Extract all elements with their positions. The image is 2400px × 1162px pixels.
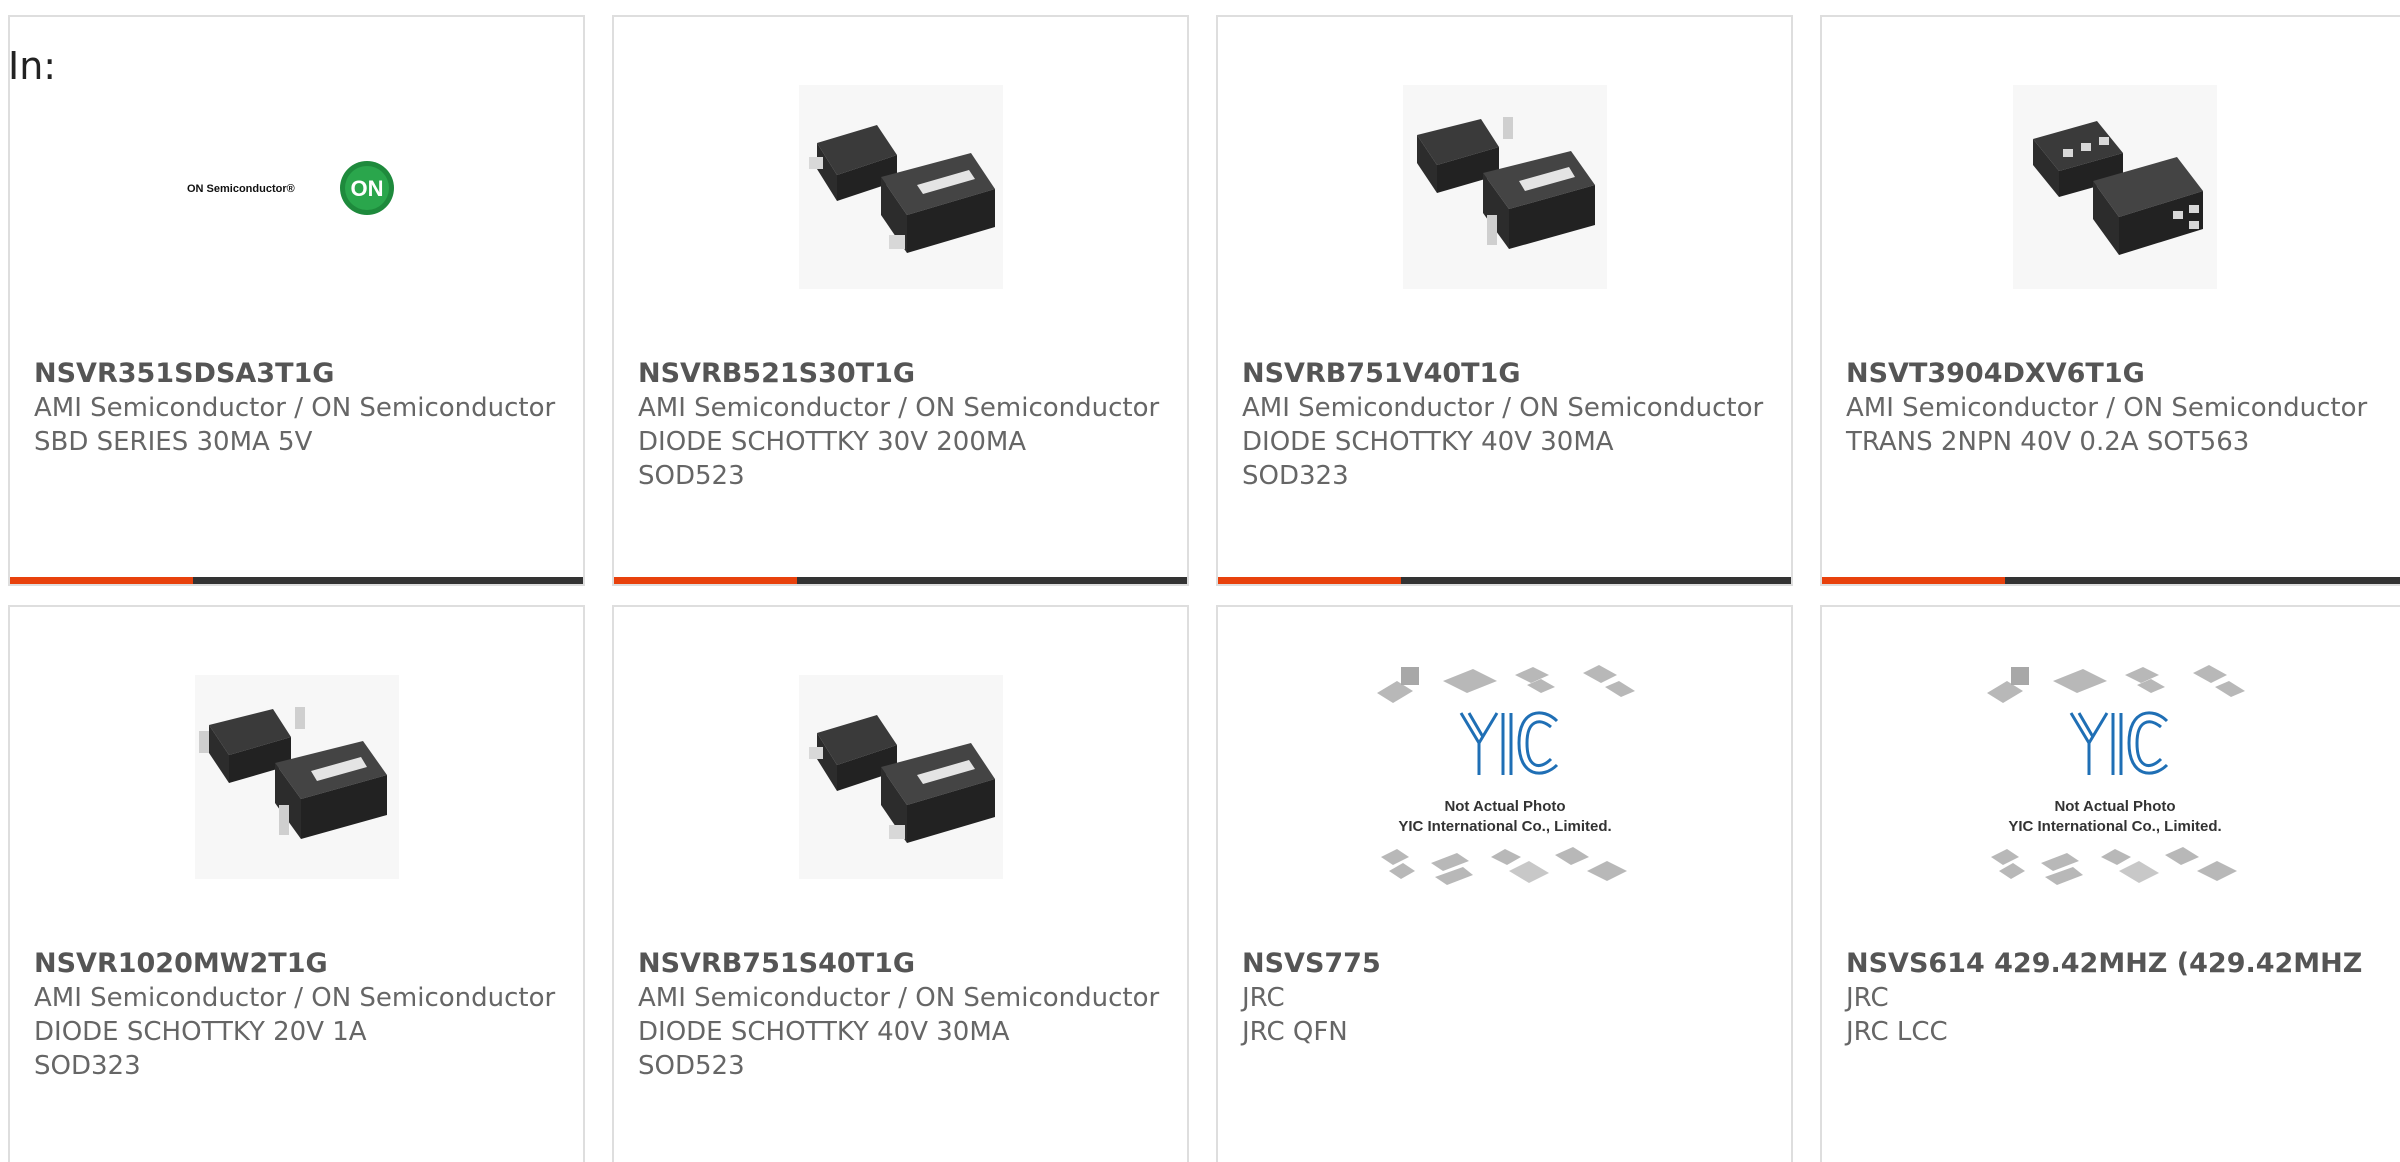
card-accent-bar xyxy=(614,577,1187,584)
product-image[interactable] xyxy=(10,675,583,879)
manufacturer: AMI Semiconductor / ON Semiconductor xyxy=(638,393,1160,423)
in-heading: In: xyxy=(8,44,57,88)
part-number[interactable]: NSVS775 xyxy=(1242,947,1767,981)
card-accent-bar xyxy=(1822,577,2400,584)
manufacturer: JRC xyxy=(1846,983,1889,1013)
svg-text:Not Actual Photo: Not Actual Photo xyxy=(2054,798,2175,815)
manufacturer: AMI Semiconductor / ON Semiconductor xyxy=(1242,393,1764,423)
product-card[interactable]: NSVRB751V40T1G AMI Semiconductor / ON Se… xyxy=(1216,15,1793,586)
on-semiconductor-logo-icon: ON Semiconductor® ON xyxy=(187,161,394,215)
part-number[interactable]: NSVR1020MW2T1G xyxy=(34,947,559,981)
product-image[interactable] xyxy=(1822,85,2400,289)
svg-text:ON: ON xyxy=(350,176,383,201)
product-card[interactable]: Not Actual Photo YIC International Co., … xyxy=(1216,605,1793,1162)
product-image[interactable] xyxy=(614,85,1187,289)
svg-text:YIC International Co., Limited: YIC International Co., Limited. xyxy=(2008,818,2221,835)
description: DIODE SCHOTTKY 40V 30MA SOD523 xyxy=(638,1017,1010,1081)
sod523-diode-icon xyxy=(798,85,1003,289)
yic-placeholder-icon: Not Actual Photo YIC International Co., … xyxy=(1376,665,1635,885)
product-image[interactable]: Not Actual Photo YIC International Co., … xyxy=(1822,665,2400,885)
description: JRC LCC xyxy=(1846,1017,1948,1047)
product-image[interactable] xyxy=(614,675,1187,879)
product-card[interactable]: NSVT3904DXV6T1G AMI Semiconductor / ON S… xyxy=(1820,15,2400,586)
manufacturer: AMI Semiconductor / ON Semiconductor xyxy=(34,983,556,1013)
description: JRC QFN xyxy=(1242,1017,1348,1047)
part-number[interactable]: NSVRB751V40T1G xyxy=(1242,357,1767,391)
description: TRANS 2NPN 40V 0.2A SOT563 xyxy=(1846,427,2250,457)
manufacturer: JRC xyxy=(1242,983,1285,1013)
sod323-diode-icon xyxy=(1402,85,1607,289)
product-info: NSVRB521S30T1G AMI Semiconductor / ON Se… xyxy=(638,357,1163,493)
product-card[interactable]: NSVRB751S40T1G AMI Semiconductor / ON Se… xyxy=(612,605,1189,1162)
description: SBD SERIES 30MA 5V xyxy=(34,427,313,457)
svg-text:YIC International Co., Limited: YIC International Co., Limited. xyxy=(1398,818,1611,835)
manufacturer: AMI Semiconductor / ON Semiconductor xyxy=(638,983,1160,1013)
product-card[interactable]: Not Actual Photo YIC International Co., … xyxy=(1820,605,2400,1162)
yic-placeholder-icon: Not Actual Photo YIC International Co., … xyxy=(1987,665,2245,885)
product-card[interactable]: NSVR1020MW2T1G AMI Semiconductor / ON Se… xyxy=(8,605,585,1162)
svg-text:Not Actual Photo: Not Actual Photo xyxy=(1444,798,1565,815)
product-info: NSVS775 JRC JRC QFN xyxy=(1242,947,1767,1049)
svg-text:ON Semiconductor®: ON Semiconductor® xyxy=(187,183,295,195)
product-info: NSVR1020MW2T1G AMI Semiconductor / ON Se… xyxy=(34,947,559,1083)
product-info: NSVR351SDSA3T1G AMI Semiconductor / ON S… xyxy=(34,357,559,459)
sod523-diode-icon xyxy=(798,675,1003,879)
product-info: NSVRB751S40T1G AMI Semiconductor / ON Se… xyxy=(638,947,1163,1083)
product-info: NSVT3904DXV6T1G AMI Semiconductor / ON S… xyxy=(1846,357,2384,459)
part-number[interactable]: NSVRB521S30T1G xyxy=(638,357,1163,391)
part-number[interactable]: NSVR351SDSA3T1G xyxy=(34,357,559,391)
product-card[interactable]: NSVRB521S30T1G AMI Semiconductor / ON Se… xyxy=(612,15,1189,586)
product-card[interactable]: ON Semiconductor® ON NSVR351SDSA3T1G AMI… xyxy=(8,15,585,586)
manufacturer: AMI Semiconductor / ON Semiconductor xyxy=(1846,393,2368,423)
description: DIODE SCHOTTKY 30V 200MA SOD523 xyxy=(638,427,1027,491)
card-accent-bar xyxy=(1218,577,1791,584)
part-number[interactable]: NSVS614 429.42MHZ (429.42MHZ xyxy=(1846,947,2384,981)
product-info: NSVRB751V40T1G AMI Semiconductor / ON Se… xyxy=(1242,357,1767,493)
product-image[interactable]: ON Semiconductor® ON xyxy=(10,85,583,289)
manufacturer: AMI Semiconductor / ON Semiconductor xyxy=(34,393,556,423)
product-info: NSVS614 429.42MHZ (429.42MHZ JRC JRC LCC xyxy=(1846,947,2384,1049)
page: In: ON Semiconductor® ON NSVR351SDSA3T1G… xyxy=(0,0,2400,1162)
product-image[interactable] xyxy=(1218,85,1791,289)
part-number[interactable]: NSVRB751S40T1G xyxy=(638,947,1163,981)
sod323-diode-icon xyxy=(194,675,399,879)
sot563-transistor-icon xyxy=(2013,85,2217,289)
product-image[interactable]: Not Actual Photo YIC International Co., … xyxy=(1218,665,1791,885)
product-grid: ON Semiconductor® ON NSVR351SDSA3T1G AMI… xyxy=(8,15,2400,1162)
part-number[interactable]: NSVT3904DXV6T1G xyxy=(1846,357,2384,391)
description: DIODE SCHOTTKY 20V 1A SOD323 xyxy=(34,1017,367,1081)
description: DIODE SCHOTTKY 40V 30MA SOD323 xyxy=(1242,427,1614,491)
card-accent-bar xyxy=(10,577,583,584)
